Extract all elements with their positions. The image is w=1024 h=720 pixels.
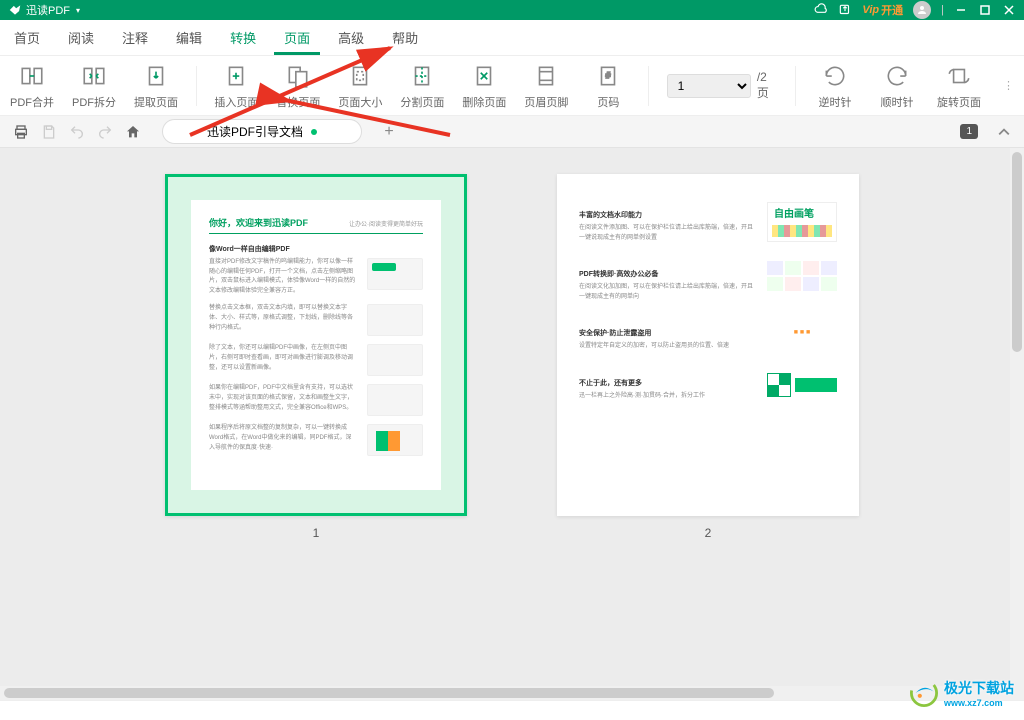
- unsaved-dot-icon: [311, 129, 317, 135]
- watermark: 极光下载站 www.xz7.com: [910, 678, 1014, 708]
- tool-delete[interactable]: 删除页面: [462, 62, 506, 110]
- menu-help[interactable]: 帮助: [392, 20, 418, 55]
- bird-icon: [8, 3, 22, 17]
- menu-home[interactable]: 首页: [14, 20, 40, 55]
- cloud-icon[interactable]: [814, 3, 828, 17]
- menu-advanced[interactable]: 高级: [338, 20, 364, 55]
- crown-icon: Vip: [862, 4, 879, 16]
- quickbar: 迅读PDF引导文档 + 1: [0, 116, 1024, 148]
- statusbar: [0, 700, 1024, 720]
- document-tab[interactable]: 迅读PDF引导文档: [162, 119, 362, 144]
- tool-rotate-ccw[interactable]: 逆时针: [813, 62, 857, 110]
- horizontal-scrollbar[interactable]: [0, 686, 1010, 700]
- tool-replace[interactable]: 替换页面: [276, 62, 320, 110]
- menu-convert[interactable]: 转换: [230, 20, 256, 55]
- svg-text:#: #: [606, 70, 611, 80]
- tool-merge[interactable]: PDF合并: [10, 62, 54, 110]
- menubar: 首页 阅读 注释 编辑 转换 页面 高级 帮助: [0, 20, 1024, 56]
- menu-edit[interactable]: 编辑: [176, 20, 202, 55]
- tool-size[interactable]: 页面大小: [338, 62, 382, 110]
- maximize-button[interactable]: [978, 3, 992, 17]
- close-button[interactable]: [1002, 3, 1016, 17]
- page-select[interactable]: 1: [667, 74, 751, 98]
- tool-extract[interactable]: 提取页面: [134, 62, 178, 110]
- vip-button[interactable]: Vip 开通: [862, 2, 903, 18]
- tool-divide[interactable]: 分割页面: [400, 62, 444, 110]
- add-tab-button[interactable]: +: [380, 123, 398, 141]
- watermark-icon: [910, 679, 938, 707]
- app-name: 迅读PDF: [26, 2, 70, 18]
- vertical-scrollbar[interactable]: [1010, 148, 1024, 700]
- user-avatar[interactable]: [913, 1, 931, 19]
- page-thumbnail-2[interactable]: 丰富的文档水印能力 在阅读文件添加图、可以在保护栏位请上给出库筋端，倍速，开且一…: [557, 174, 859, 540]
- menu-page[interactable]: 页面: [284, 20, 310, 55]
- dropdown-icon[interactable]: ▾: [76, 6, 80, 15]
- titlebar: 迅读PDF ▾ Vip 开通 |: [0, 0, 1024, 20]
- tool-pagenum[interactable]: #页码: [586, 62, 630, 110]
- more-icon[interactable]: ⋮: [1003, 79, 1014, 92]
- undo-button[interactable]: [68, 123, 86, 141]
- minimize-button[interactable]: [954, 3, 968, 17]
- app-logo: 迅读PDF ▾: [8, 2, 80, 18]
- content-area: 你好，欢迎来到迅读PDF 让办公·阅读变得更简单好玩 像Word一样自由编辑PD…: [0, 148, 1024, 700]
- doc-title: 你好，欢迎来到迅读PDF: [209, 216, 308, 229]
- page-selector: 1 /2页: [667, 70, 777, 101]
- tool-headerfooter[interactable]: 页眉页脚: [524, 62, 568, 110]
- home-button[interactable]: [124, 123, 142, 141]
- tool-rotate-cw[interactable]: 顺时针: [875, 62, 919, 110]
- collapse-toolbar-button[interactable]: [996, 124, 1012, 140]
- page-total: /2页: [757, 70, 777, 101]
- tool-rotate[interactable]: 旋转页面: [937, 62, 981, 110]
- save-button[interactable]: [40, 123, 58, 141]
- page-number-1: 1: [313, 526, 320, 540]
- menu-read[interactable]: 阅读: [68, 20, 94, 55]
- page-indicator: 1: [960, 124, 978, 139]
- toolbar: PDF合并 PDF拆分 提取页面 插入页面 替换页面 页面大小 分割页面 删除页…: [0, 56, 1024, 116]
- page-number-2: 2: [705, 526, 712, 540]
- redo-button[interactable]: [96, 123, 114, 141]
- tool-split[interactable]: PDF拆分: [72, 62, 116, 110]
- tool-insert[interactable]: 插入页面: [214, 62, 258, 110]
- page-thumbnail-1[interactable]: 你好，欢迎来到迅读PDF 让办公·阅读变得更简单好玩 像Word一样自由编辑PD…: [165, 174, 467, 540]
- print-button[interactable]: [12, 123, 30, 141]
- share-icon[interactable]: [838, 3, 852, 17]
- menu-annotate[interactable]: 注释: [122, 20, 148, 55]
- tab-title: 迅读PDF引导文档: [207, 123, 303, 140]
